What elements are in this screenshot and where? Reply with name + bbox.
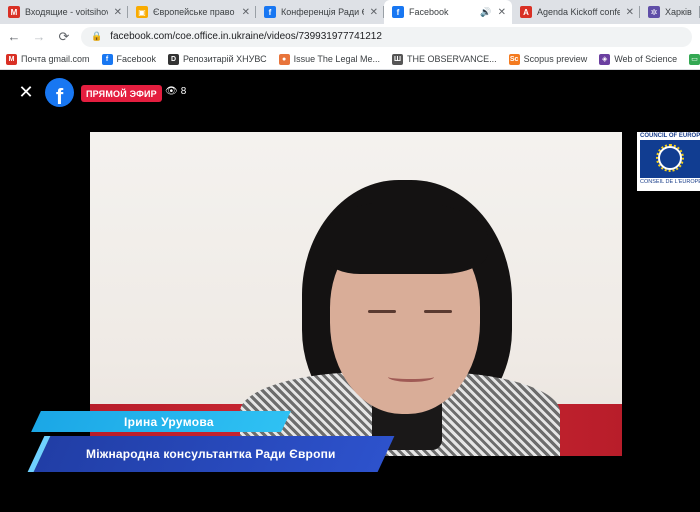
speaker-eye-right xyxy=(424,310,452,313)
speaker-title: Міжнародна консультантка Ради Європи xyxy=(86,447,336,461)
reload-button[interactable]: ⟳ xyxy=(53,26,75,48)
forward-button[interactable]: → xyxy=(28,26,50,48)
browser-tab[interactable]: ✲ Харків xyxy=(640,0,700,24)
address-bar[interactable]: 🔒 facebook.com/coe.office.in.ukraine/vid… xyxy=(81,26,692,47)
facebook-icon: f xyxy=(392,6,404,18)
facebook-icon: f xyxy=(264,6,276,18)
viewer-header: ✕ f ПРЯМОЙ ЭФИР 👁 8 xyxy=(0,70,700,116)
facebook-logo-icon[interactable]: f xyxy=(45,78,74,107)
coe-emblem-icon xyxy=(640,140,700,178)
bookmark-item[interactable]: Sc Scopus preview xyxy=(508,53,588,65)
d-icon: D xyxy=(168,53,180,65)
speaker-eye-left xyxy=(368,310,396,313)
gear-icon: ✲ xyxy=(648,6,660,18)
lock-icon: 🔒 xyxy=(91,31,103,41)
bookmark-label: Scopus preview xyxy=(523,54,588,64)
classroom-icon: ▣ xyxy=(136,6,148,18)
browser-tab[interactable]: M Входящие - voitsihovs ✕ xyxy=(0,0,128,24)
coe-logo-top-text: COUNCIL OF EUROPE xyxy=(640,133,700,139)
eye-icon: 👁 xyxy=(165,86,178,97)
tab-title: Facebook xyxy=(409,7,449,17)
live-badge: ПРЯМОЙ ЭФИР xyxy=(81,85,162,102)
bookmark-label: Facebook xyxy=(116,54,157,64)
tab-strip: M Входящие - voitsihovs ✕ ▣ Європейське прав… xyxy=(0,0,700,24)
speaker-bangs xyxy=(328,202,488,274)
gmail-icon: M xyxy=(8,6,20,18)
tabletki-icon: ▭ xyxy=(689,53,700,65)
columns-icon: Ш xyxy=(391,53,403,65)
back-button[interactable]: ← xyxy=(3,26,25,48)
tab-close-icon[interactable]: ✕ xyxy=(498,7,506,18)
coe-ring-icon xyxy=(658,146,682,170)
browser-toolbar: ← → ⟳ 🔒 facebook.com/coe.office.in.ukrai… xyxy=(0,24,700,49)
bookmark-label: Issue The Legal Me... xyxy=(293,54,380,64)
gmail-icon: M xyxy=(6,53,17,65)
speaker-icon[interactable]: 🔊 xyxy=(480,7,491,18)
address-url: facebook.com/coe.office.in.ukraine/video… xyxy=(110,31,382,42)
coe-logo-bottom-text: CONSEIL DE L'EUROPE xyxy=(640,179,700,185)
tab-close-icon[interactable]: ✕ xyxy=(114,7,122,18)
tab-title: Agenda Kickoff confe xyxy=(537,7,620,17)
browser-tab[interactable]: f Конференція Ради Є ✕ xyxy=(256,0,384,24)
bookmark-item[interactable]: ● Issue The Legal Me... xyxy=(278,53,380,65)
bookmark-item[interactable]: M Почта gmail.com xyxy=(6,53,90,65)
tab-title: Європейське право xyxy=(153,7,235,17)
council-of-europe-logo: COUNCIL OF EUROPE CONSEIL DE L'EUROPE xyxy=(637,132,700,191)
bookmark-item[interactable]: ▭Tabletki xyxy=(689,53,700,65)
bookmarks-bar: M Почта gmail.com f Facebook D Репозитарій ХН… xyxy=(0,49,700,70)
scopus-icon: Sc xyxy=(508,53,520,65)
close-icon[interactable]: ✕ xyxy=(16,82,36,102)
bookmark-item[interactable]: Ш THE OBSERVANCE... xyxy=(391,53,497,65)
tab-title: Входящие - voitsihovs xyxy=(25,7,108,17)
facebook-icon: f xyxy=(101,53,113,65)
browser-tab[interactable]: ▣ Європейське право ✕ xyxy=(128,0,256,24)
tab-title: Харків xyxy=(665,7,692,17)
tab-close-icon[interactable]: ✕ xyxy=(370,7,378,18)
bookmark-label: Web of Science xyxy=(614,54,678,64)
viewer-count: 👁 8 xyxy=(165,86,186,97)
issue-icon: ● xyxy=(278,53,290,65)
browser-tab[interactable]: A Agenda Kickoff confe ✕ xyxy=(512,0,640,24)
bookmark-label: Почта gmail.com xyxy=(21,54,90,64)
pdf-icon: A xyxy=(520,6,532,18)
tab-title: Конференція Ради Є xyxy=(281,7,364,17)
viewer-count-value: 8 xyxy=(180,86,187,97)
bookmark-label: Репозитарій ХНУВС xyxy=(183,54,267,64)
speaker-mouth xyxy=(388,372,434,382)
speaker-name: Ірина Урумова xyxy=(124,415,214,429)
tab-close-icon[interactable]: ✕ xyxy=(242,7,250,18)
tab-close-icon[interactable]: ✕ xyxy=(626,7,634,18)
wos-icon: ◈ xyxy=(599,53,611,65)
bookmark-item[interactable]: ◈ Web of Science xyxy=(599,53,678,65)
bookmark-item[interactable]: D Репозитарій ХНУВС xyxy=(168,53,267,65)
browser-tab[interactable]: f Facebook 🔊 ✕ xyxy=(384,0,512,24)
bookmark-item[interactable]: f Facebook xyxy=(101,53,157,65)
bookmark-label: THE OBSERVANCE... xyxy=(406,54,497,64)
video-viewer: ✕ f ПРЯМОЙ ЭФИР 👁 8 COUNCIL OF EUROPE CO… xyxy=(0,70,700,512)
video-player[interactable] xyxy=(90,132,622,456)
